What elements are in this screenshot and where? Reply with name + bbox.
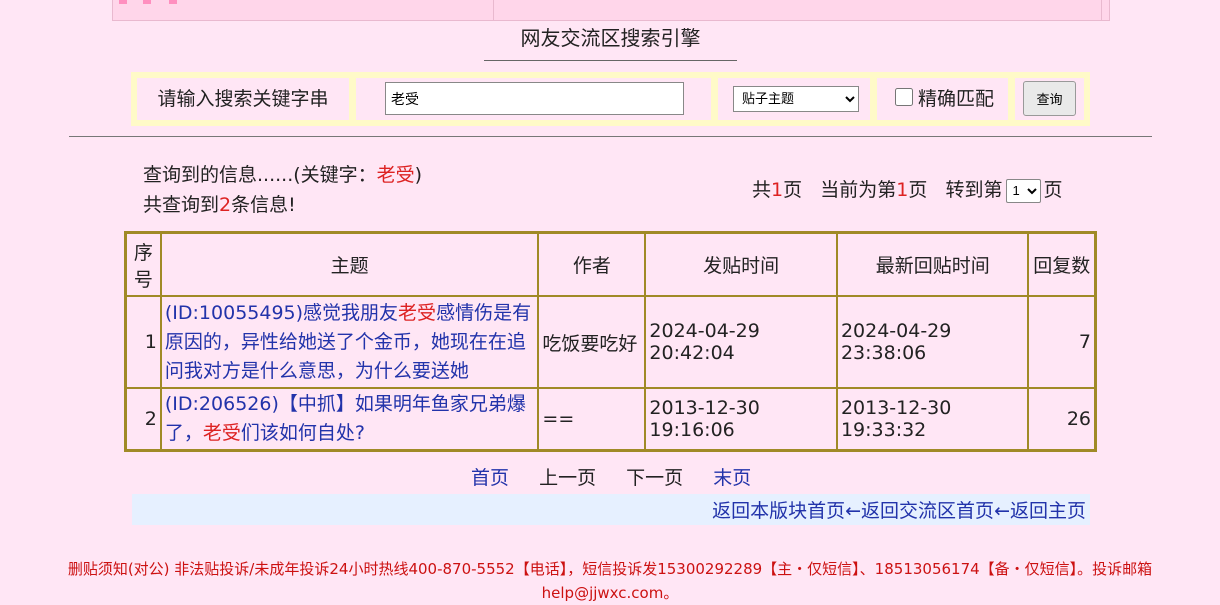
- topic-text: 们该如何自处?: [240, 422, 365, 444]
- page-title: 网友交流区搜索引擎: [484, 22, 737, 61]
- banner-divider: [493, 0, 494, 20]
- jump-suffix: 页: [1043, 179, 1063, 201]
- table-row: 2 (ID:206526)【中抓】如果明年鱼家兄弟爆了，老受们该如何自处? ==…: [124, 387, 1097, 452]
- count-suffix: 条信息!: [231, 194, 296, 216]
- result-keyword-line: 查询到的信息......(关键字：老受): [143, 160, 422, 190]
- row-index: 1: [124, 295, 162, 389]
- return-main-link[interactable]: 返回主页: [1010, 500, 1086, 522]
- banner-decoration: [143, 0, 151, 4]
- results-table: 序号 主题 作者 发贴时间 最新回贴时间 回复数 1 (ID:10055495)…: [124, 231, 1097, 452]
- banner-divider: [1101, 0, 1102, 20]
- pager-info: 共1页 当前为第1页 转到第 1 页: [752, 175, 1063, 205]
- row-reply-time: 2024-04-29 23:38:06: [835, 295, 1030, 389]
- row-reply-time: 2013-12-30 19:33:32: [835, 387, 1030, 452]
- next-page-link[interactable]: 下一页: [626, 467, 683, 489]
- search-label: 请输入搜索关键字串: [137, 78, 349, 120]
- total-pages: 1: [771, 179, 784, 201]
- result-count: 2: [219, 194, 232, 216]
- arrow-left-icon: ←: [845, 500, 862, 522]
- header-post-time: 发贴时间: [644, 231, 838, 297]
- total-suffix: 页: [783, 179, 803, 201]
- topic-highlight: 老受: [398, 301, 437, 324]
- current-prefix: 当前为第: [820, 179, 897, 201]
- row-index: 2: [124, 387, 162, 452]
- row-topic-cell: (ID:10055495)感觉我朋友老受感情伤是有原因的，异性给她送了个金币，她…: [159, 295, 540, 389]
- row-reply-count: 7: [1027, 295, 1097, 389]
- header-index: 序号: [124, 231, 162, 297]
- topic-text: (ID:10055495)感觉我朋友: [164, 301, 399, 324]
- table-header-row: 序号 主题 作者 发贴时间 最新回贴时间 回复数: [124, 231, 1097, 297]
- banner-decoration: [169, 0, 177, 4]
- search-input[interactable]: [385, 82, 684, 115]
- result-keyword: 老受: [376, 164, 415, 186]
- row-author: 吃饭要吃好: [537, 295, 647, 389]
- exact-match-label: 精确匹配: [918, 88, 995, 110]
- result-prefix: 查询到的信息......(关键字：: [143, 164, 377, 186]
- top-banner: [112, 0, 1110, 21]
- current-page: 1: [896, 179, 909, 201]
- row-topic-cell: (ID:206526)【中抓】如果明年鱼家兄弟爆了，老受们该如何自处?: [159, 387, 540, 452]
- last-page-link[interactable]: 末页: [713, 467, 751, 489]
- result-summary: 查询到的信息......(关键字：老受) 共查询到2条信息!: [143, 160, 422, 220]
- header-reply-time: 最新回贴时间: [835, 231, 1030, 297]
- search-form: 请输入搜索关键字串 贴子主题 精确匹配 查询: [131, 72, 1090, 126]
- header-reply-count: 回复数: [1027, 231, 1097, 297]
- arrow-left-icon: ←: [994, 500, 1010, 522]
- row-reply-count: 26: [1027, 387, 1097, 452]
- bottom-pager: 首页 上一页 下一页 末页: [471, 463, 775, 493]
- result-count-line: 共查询到2条信息!: [143, 190, 422, 220]
- total-prefix: 共: [752, 179, 772, 201]
- page-jump-select[interactable]: 1: [1005, 178, 1041, 203]
- topic-link[interactable]: (ID:10055495)感觉我朋友老受感情伤是有原因的，异性给她送了个金币，她…: [165, 302, 531, 382]
- topic-link[interactable]: (ID:206526)【中抓】如果明年鱼家兄弟爆了，老受们该如何自处?: [165, 393, 526, 444]
- table-row: 1 (ID:10055495)感觉我朋友老受感情伤是有原因的，异性给她送了个金币…: [124, 295, 1097, 389]
- return-forum-link[interactable]: 返回交流区首页: [861, 500, 994, 522]
- current-suffix: 页: [908, 179, 928, 201]
- search-scope-select[interactable]: 贴子主题: [733, 86, 859, 112]
- return-board-link[interactable]: 返回本版块首页: [712, 500, 845, 522]
- count-prefix: 共查询到: [143, 194, 220, 216]
- search-button[interactable]: 查询: [1023, 81, 1076, 116]
- header-topic: 主题: [159, 231, 540, 297]
- header-author: 作者: [537, 231, 647, 297]
- exact-match-checkbox[interactable]: [895, 88, 913, 106]
- divider: [69, 136, 1152, 137]
- row-author: ==: [537, 387, 647, 452]
- result-suffix: ): [414, 164, 423, 186]
- row-post-time: 2013-12-30 19:16:06: [644, 387, 838, 452]
- topic-highlight: 老受: [202, 422, 241, 444]
- first-page-link[interactable]: 首页: [471, 467, 509, 489]
- banner-decoration: [119, 0, 127, 4]
- jump-prefix: 转到第: [945, 179, 1003, 201]
- row-post-time: 2024-04-29 20:42:04: [644, 295, 838, 389]
- prev-page-link[interactable]: 上一页: [539, 467, 596, 489]
- return-links-bar: 返回本版块首页←返回交流区首页←返回主页: [132, 494, 1090, 525]
